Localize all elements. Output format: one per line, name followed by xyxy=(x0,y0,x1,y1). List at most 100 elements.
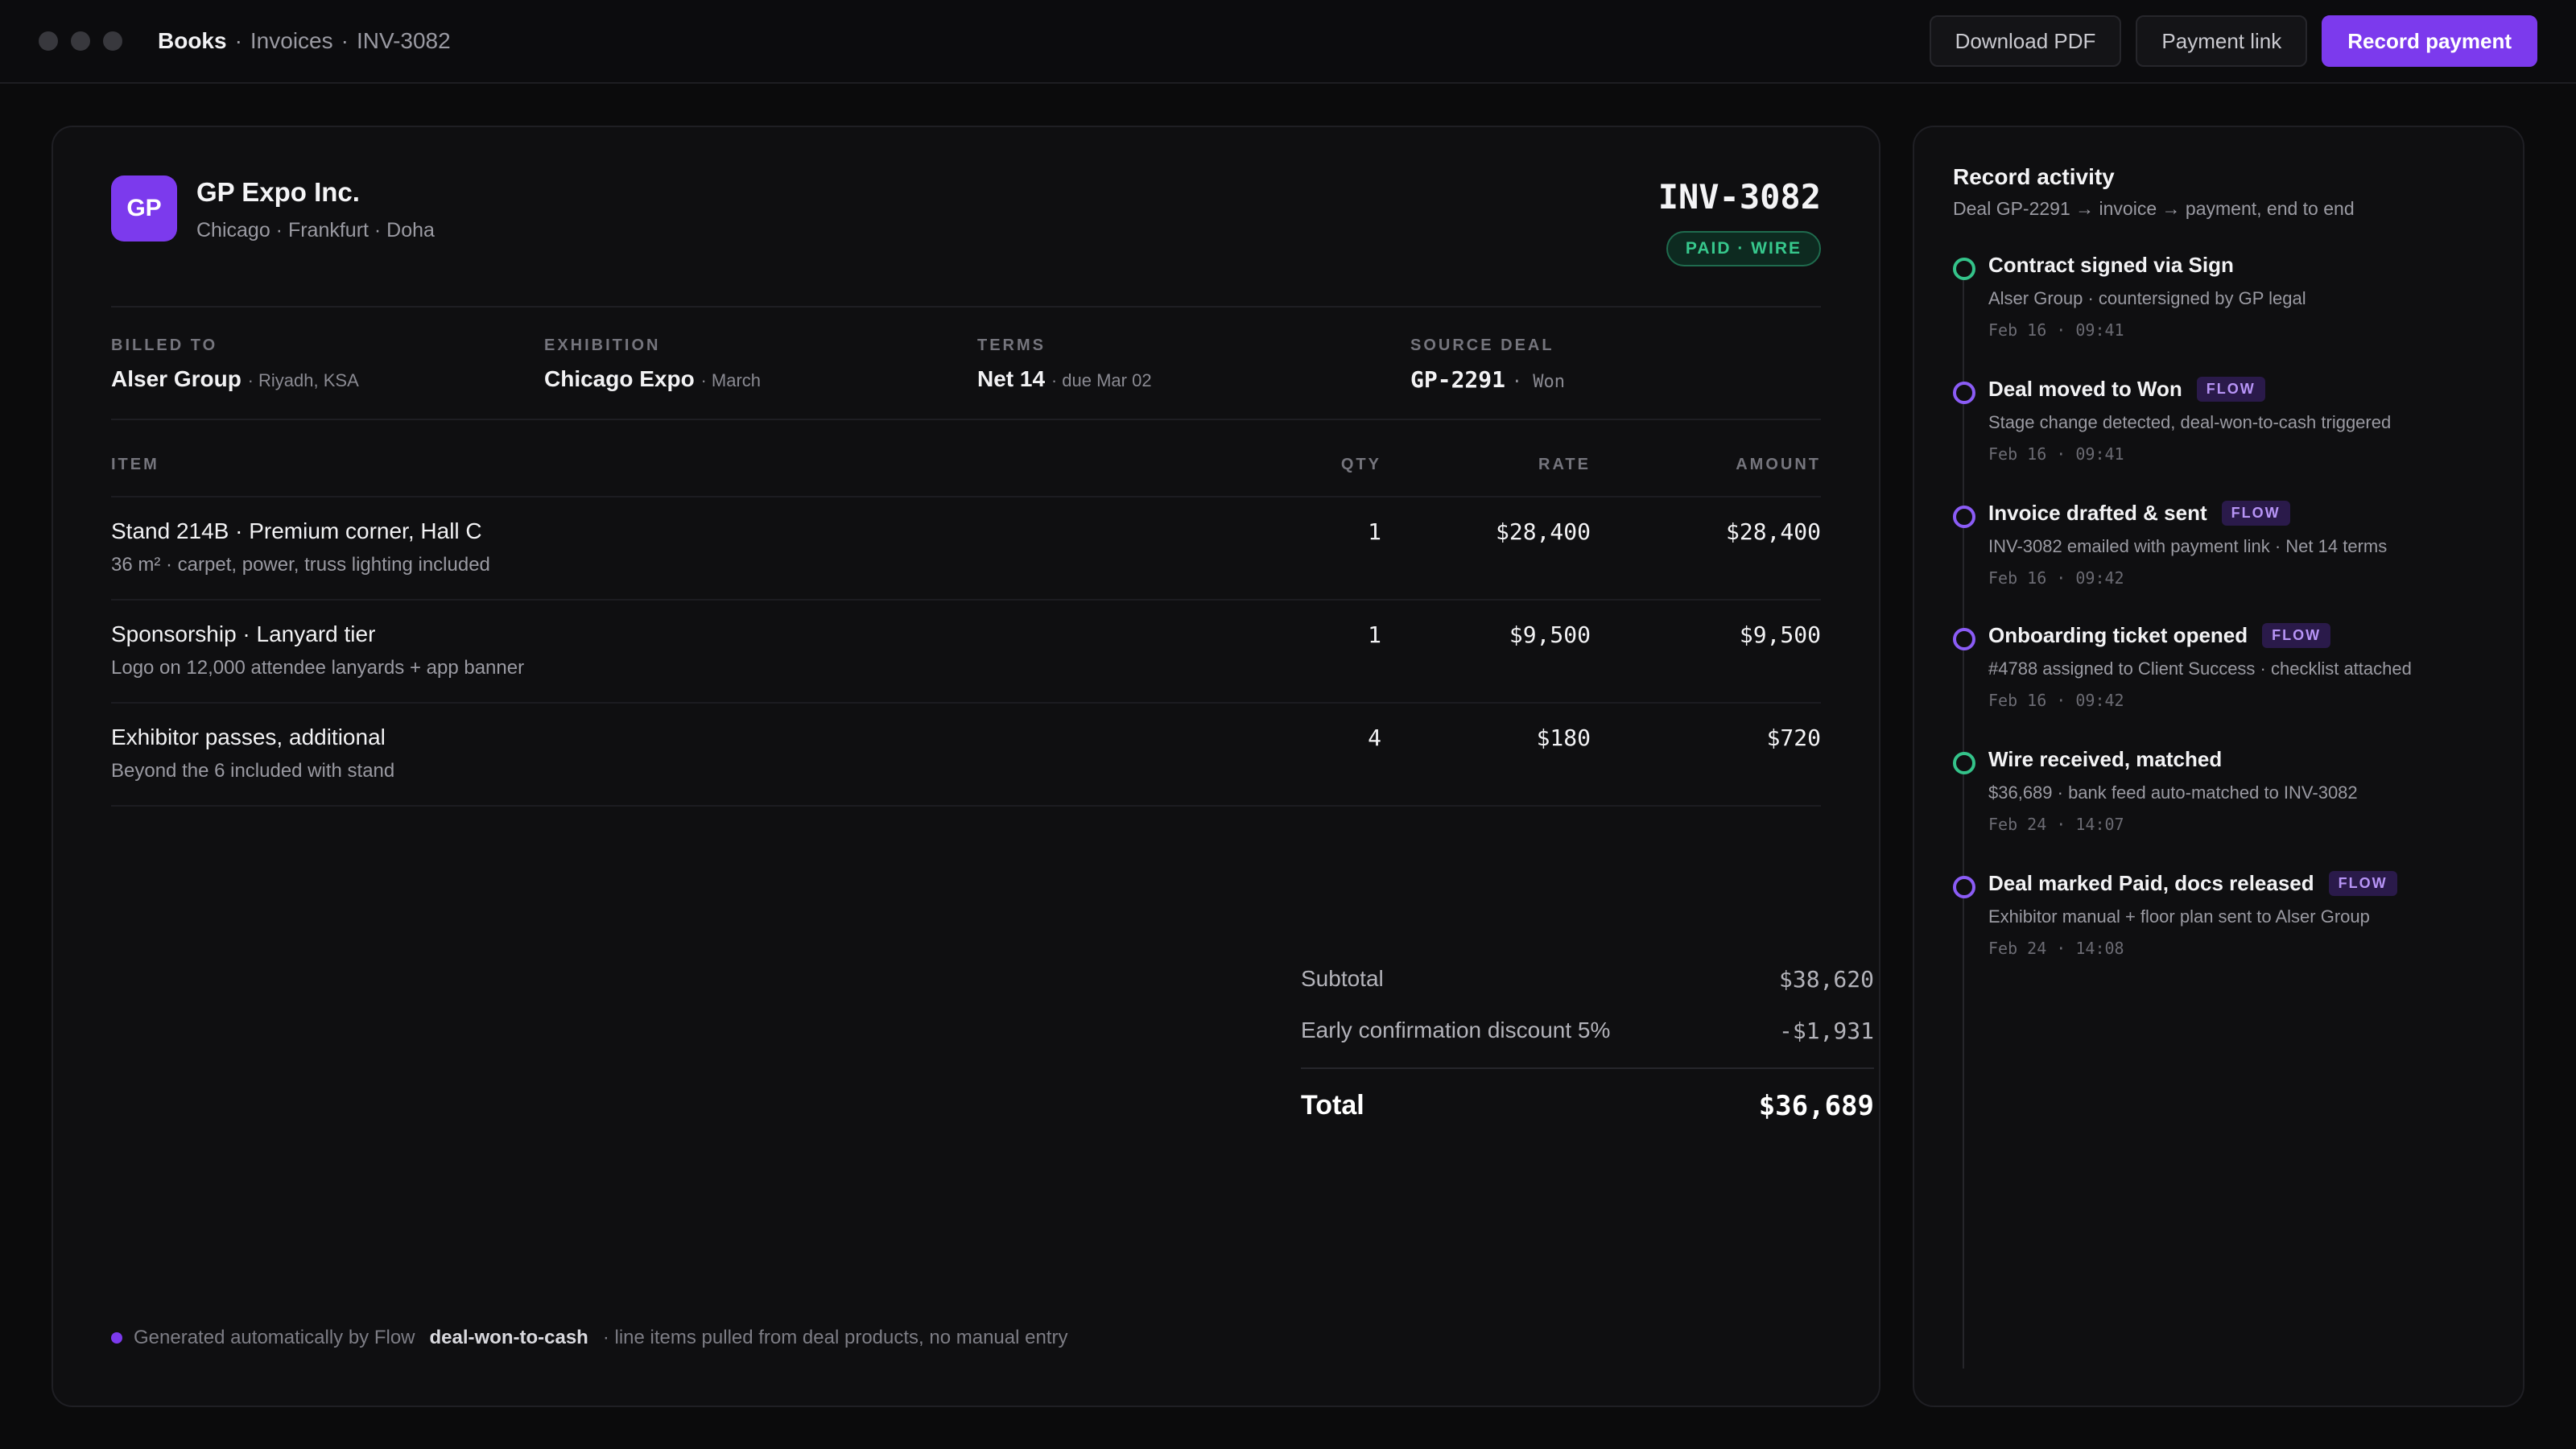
timeline-node-icon xyxy=(1953,876,1975,898)
event-time: Feb 24 · 14:08 xyxy=(1988,939,2124,958)
flow-tag: FLOW xyxy=(2328,871,2397,896)
note-prefix: Generated automatically by Flow xyxy=(134,1327,415,1348)
meta-terms: TERMS Net 14 · due Mar 02 xyxy=(977,336,1152,392)
total-label: Total xyxy=(1301,1090,1364,1121)
source-deal-link[interactable]: GP-2291 xyxy=(1410,366,1505,393)
event-desc: INV-3082 emailed with payment link · Net… xyxy=(1988,536,2388,556)
item-qty: 1 xyxy=(1368,621,1381,648)
event-title: Onboarding ticket opened xyxy=(1988,623,2248,647)
event-desc: Stage change detected, deal-won-to-cash … xyxy=(1988,412,2392,432)
breadcrumb-books[interactable]: Books xyxy=(158,28,227,54)
maximize-window-dot[interactable] xyxy=(103,31,122,51)
meta-label: SOURCE DEAL xyxy=(1410,336,1554,354)
totals-divider xyxy=(1301,1067,1874,1069)
item-rate: $180 xyxy=(1536,724,1591,751)
meta-exhibition: EXHIBITION Chicago Expo · March xyxy=(544,336,761,392)
discount-value: -$1,931 xyxy=(1778,1018,1874,1044)
invoice-panel: GP GP Expo Inc. Chicago · Frankfurt · Do… xyxy=(52,126,1880,1407)
terms-value: Net 14 xyxy=(977,366,1046,391)
item-desc: Logo on 12,000 attendee lanyards + app b… xyxy=(111,657,525,679)
payment-link-button[interactable]: Payment link xyxy=(2136,15,2308,67)
breadcrumb: Books · Invoices · INV-3082 xyxy=(158,28,451,54)
event-desc: $36,689 · bank feed auto-matched to INV-… xyxy=(1988,782,2358,803)
meta-value-wrap: Alser Group · Riyadh, KSA xyxy=(111,366,359,392)
breadcrumb-separator: · xyxy=(341,28,349,53)
meta-value-wrap: Net 14 · due Mar 02 xyxy=(977,366,1152,392)
event-title-row: Invoice drafted & sent FLOW xyxy=(1988,501,2290,526)
total-value: $36,689 xyxy=(1758,1090,1874,1122)
close-window-dot[interactable] xyxy=(39,31,58,51)
meta-label: TERMS xyxy=(977,336,1046,354)
event-title: Deal moved to Won xyxy=(1988,377,2182,401)
window-controls xyxy=(39,31,122,51)
flow-dot-icon xyxy=(111,1332,122,1344)
item-desc: Beyond the 6 included with stand xyxy=(111,760,395,782)
item-qty: 1 xyxy=(1368,518,1381,545)
item-qty: 4 xyxy=(1368,724,1381,751)
exhibition-value[interactable]: Chicago Expo xyxy=(544,366,695,391)
event-title-row: Contract signed via Sign xyxy=(1988,253,2234,278)
billed-to-sub: · Riyadh, KSA xyxy=(247,370,359,390)
total-line: Total $36,689 xyxy=(1301,1090,1874,1122)
item-amount: $9,500 xyxy=(1739,621,1821,648)
event-title-row: Wire received, matched xyxy=(1988,747,2222,772)
event-title: Contract signed via Sign xyxy=(1988,253,2234,277)
divider xyxy=(111,306,1821,308)
record-payment-button[interactable]: Record payment xyxy=(2322,15,2537,67)
breadcrumb-separator: · xyxy=(234,28,242,53)
item-title: Exhibitor passes, additional xyxy=(111,724,386,749)
minimize-window-dot[interactable] xyxy=(71,31,90,51)
table-row: Exhibitor passes, additional Beyond the … xyxy=(111,702,1821,803)
terms-sub: · due Mar 02 xyxy=(1051,370,1152,390)
event-time: Feb 24 · 14:07 xyxy=(1988,815,2124,834)
item-rate: $28,400 xyxy=(1495,518,1591,545)
item-amount: $720 xyxy=(1766,724,1821,751)
invoice-header: GP GP Expo Inc. Chicago · Frankfurt · Do… xyxy=(111,175,1821,266)
timeline-rail xyxy=(1963,277,1964,1368)
event-time: Feb 16 · 09:41 xyxy=(1988,320,2124,340)
event-time: Feb 16 · 09:41 xyxy=(1988,444,2124,464)
event-title-row: Deal marked Paid, docs released FLOW xyxy=(1988,871,2397,896)
invoice-number: INV-3082 xyxy=(1657,177,1821,217)
flow-tag: FLOW xyxy=(2221,501,2290,526)
subtotal-line: Subtotal $38,620 xyxy=(1301,966,1874,993)
discount-label: Early confirmation discount 5% xyxy=(1301,1018,1611,1042)
download-pdf-button[interactable]: Download PDF xyxy=(1929,15,2122,67)
event-title-row: Onboarding ticket opened FLOW xyxy=(1988,623,2331,648)
note-suffix: · line items pulled from deal products, … xyxy=(602,1327,1068,1348)
meta-value-wrap: Chicago Expo · March xyxy=(544,366,761,392)
table-row: Sponsorship · Lanyard tier Logo on 12,00… xyxy=(111,599,1821,700)
event-desc: Exhibitor manual + floor plan sent to Al… xyxy=(1988,906,2370,927)
item-title: Stand 214B · Premium corner, Hall C xyxy=(111,518,482,543)
activity-title: Record activity xyxy=(1953,164,2115,189)
breadcrumb-invoices[interactable]: Invoices xyxy=(250,28,333,54)
column-header-qty: QTY xyxy=(1340,456,1381,473)
status-badge: PAID · WIRE xyxy=(1666,231,1821,266)
company-info: GP Expo Inc. Chicago · Frankfurt · Doha xyxy=(196,177,435,242)
item-title: Sponsorship · Lanyard tier xyxy=(111,621,376,646)
discount-line: Early confirmation discount 5% -$1,931 xyxy=(1301,1018,1874,1044)
invoice-id-block: INV-3082 PAID · WIRE xyxy=(1658,177,1821,266)
activity-panel: Record activity Deal GP-2291 → invoice →… xyxy=(1913,126,2524,1407)
item-rate: $9,500 xyxy=(1509,621,1591,648)
table-bottom-border xyxy=(111,805,1821,807)
company-name: GP Expo Inc. xyxy=(196,177,360,207)
meta-label: EXHIBITION xyxy=(544,336,661,354)
event-desc: #4788 assigned to Client Success · check… xyxy=(1988,658,2412,679)
company-cities: Chicago · Frankfurt · Doha xyxy=(196,219,435,242)
event-title: Invoice drafted & sent xyxy=(1988,501,2207,525)
flow-name-link[interactable]: deal-won-to-cash xyxy=(430,1327,588,1349)
breadcrumb-current: INV-3082 xyxy=(356,28,451,53)
automation-note: Generated automatically by Flow deal-won… xyxy=(111,1327,1067,1349)
billed-to-value[interactable]: Alser Group xyxy=(111,366,242,391)
event-time: Feb 16 · 09:42 xyxy=(1988,691,2124,710)
meta-billed-to: BILLED TO Alser Group · Riyadh, KSA xyxy=(111,336,359,392)
meta-label: BILLED TO xyxy=(111,336,218,354)
timeline-node-icon xyxy=(1953,628,1975,650)
item-desc: 36 m² · carpet, power, truss lighting in… xyxy=(111,554,490,576)
meta-value-wrap: GP-2291 · Won xyxy=(1410,366,1565,393)
timeline-node-icon xyxy=(1953,752,1975,774)
subtotal-label: Subtotal xyxy=(1301,966,1384,991)
flow-tag: FLOW xyxy=(2262,623,2331,648)
event-title: Wire received, matched xyxy=(1988,747,2223,771)
